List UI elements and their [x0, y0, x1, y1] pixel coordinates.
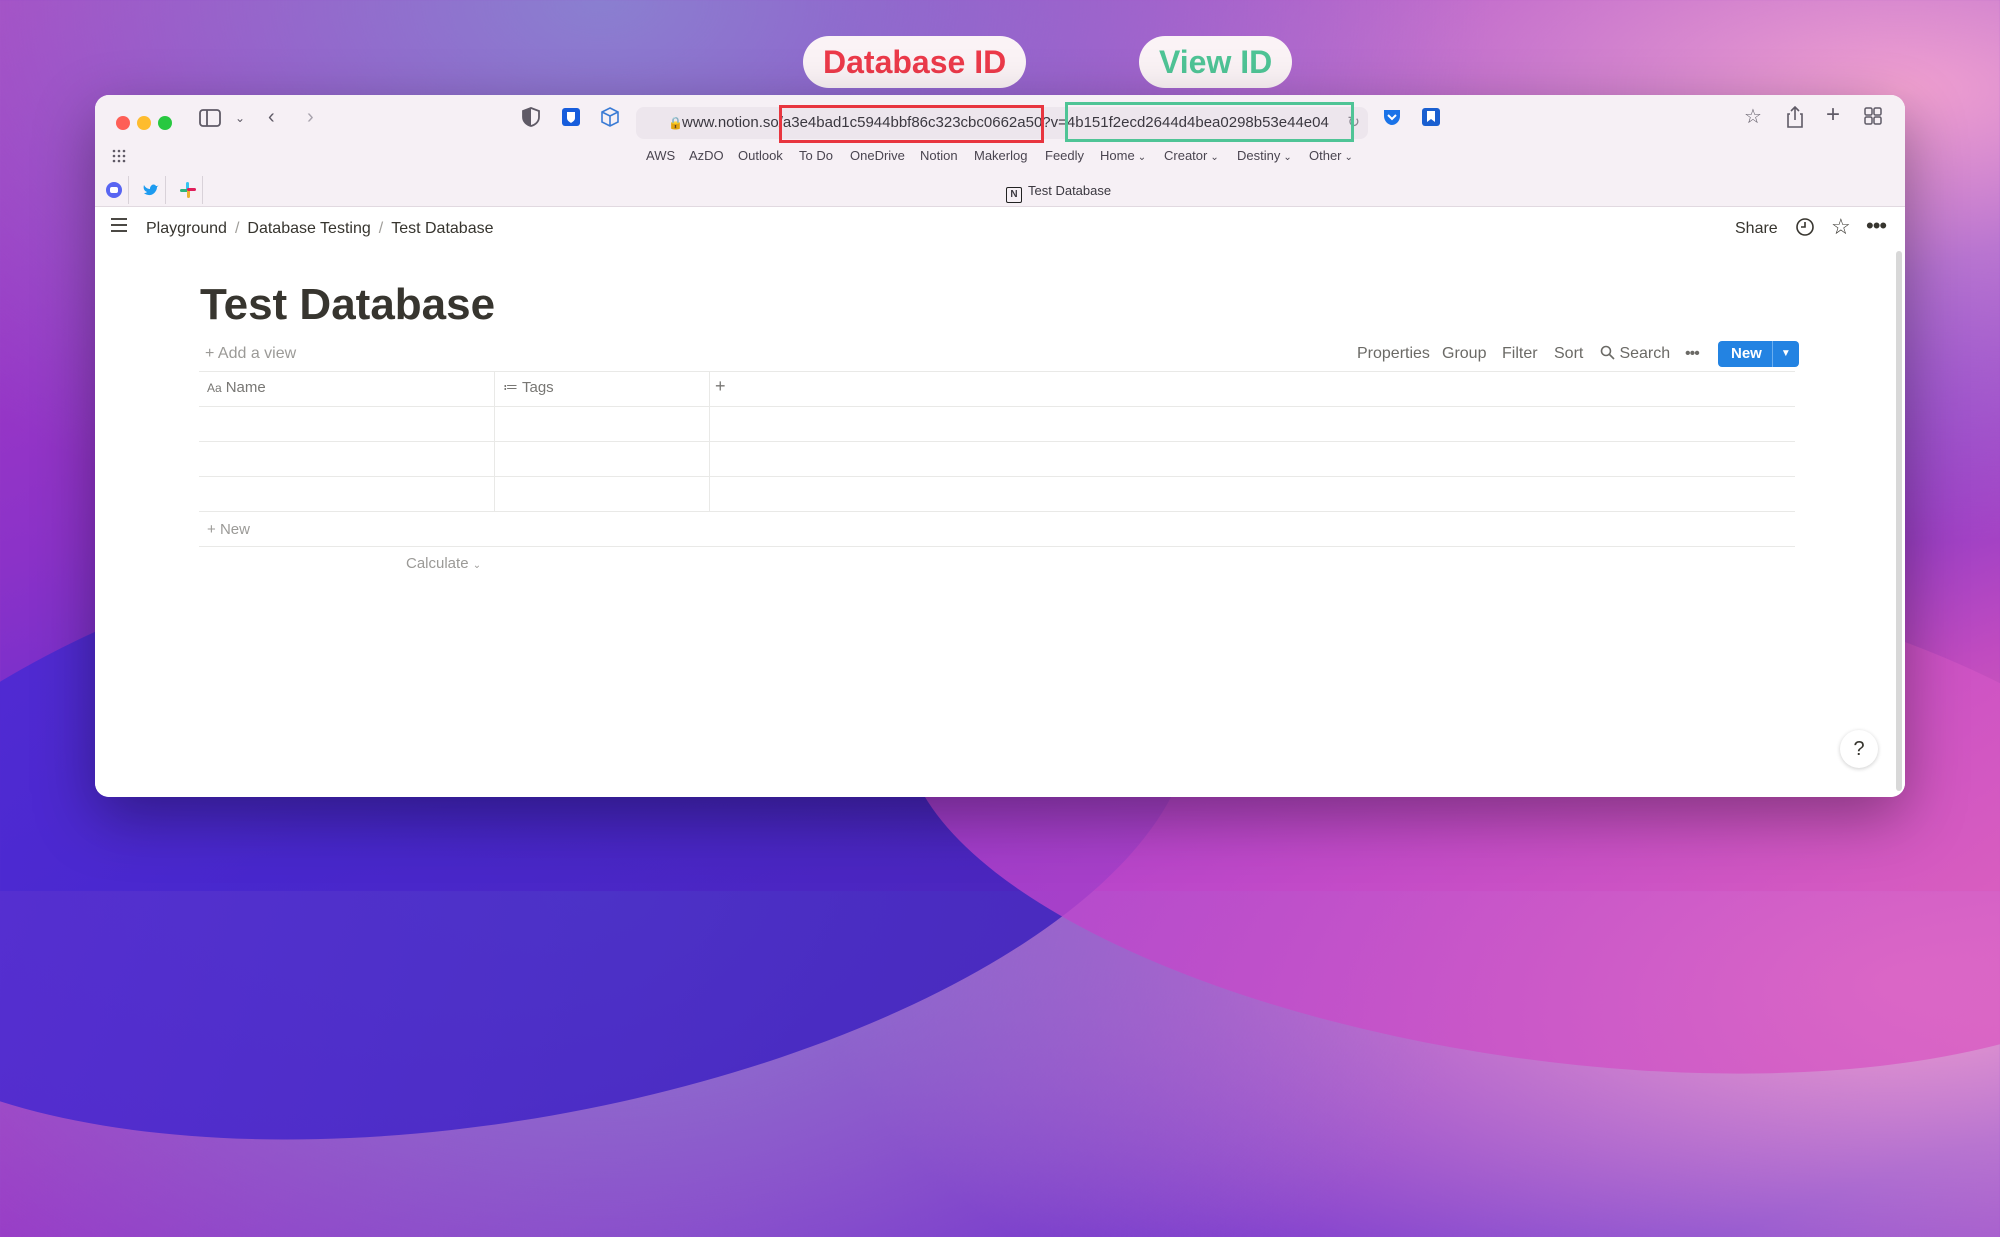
forward-icon[interactable]: ›	[307, 106, 314, 128]
favorite-feedly[interactable]: Feedly	[1045, 146, 1084, 166]
slack-pinned-tab[interactable]	[174, 176, 203, 204]
breadcrumb-separator: /	[234, 220, 240, 237]
add-property-icon[interactable]: +	[715, 376, 726, 396]
bookmark-extension-icon[interactable]	[1421, 107, 1441, 132]
active-tab-title: Test Database	[1028, 183, 1112, 198]
add-view-label: Add a view	[217, 345, 297, 362]
notion-topbar: Playground / Database Testing / Test Databas…	[95, 207, 1905, 251]
breadcrumb-separator: /	[378, 220, 384, 237]
discord-pinned-tab[interactable]	[100, 176, 129, 204]
browser-window: ⌄ ‹ › 🔒 www.notion.so/a3e4bad1c5944bbf86…	[95, 95, 1905, 797]
search-label: Search	[1619, 345, 1671, 362]
favorite-aws[interactable]: AWS	[646, 146, 675, 166]
apps-grid-icon[interactable]	[112, 148, 126, 170]
back-icon[interactable]: ‹	[268, 106, 275, 128]
folder-other[interactable]: Other ⌄	[1309, 146, 1353, 166]
calculate-label: Calculate	[406, 555, 469, 572]
favorite-star-icon[interactable]: ☆	[1831, 216, 1851, 238]
new-tab-icon[interactable]: +	[1826, 103, 1840, 127]
folder-creator-label: Creator	[1164, 148, 1208, 163]
favorite-todo[interactable]: To Do	[799, 146, 833, 166]
plus-icon: +	[207, 521, 216, 538]
view-id-highlight	[1065, 102, 1354, 142]
column-header-tags[interactable]: ≔ Tags	[503, 378, 554, 398]
favorite-notion[interactable]: Notion	[920, 146, 958, 166]
favorite-onedrive[interactable]: OneDrive	[850, 146, 905, 166]
tab-bar: N Test Database	[95, 176, 1905, 206]
sort-button[interactable]: Sort	[1554, 343, 1583, 365]
folder-home[interactable]: Home ⌄	[1100, 146, 1146, 166]
share-icon[interactable]	[1786, 105, 1804, 133]
search-icon	[1600, 345, 1615, 360]
column-label: Tags	[522, 379, 554, 396]
bitwarden-icon[interactable]	[561, 107, 581, 132]
chevron-down-icon: ⌄	[472, 560, 482, 571]
folder-home-label: Home	[1100, 148, 1135, 163]
group-button[interactable]: Group	[1442, 343, 1486, 365]
table-row[interactable]	[199, 407, 1795, 441]
add-row-button[interactable]: + New	[207, 520, 250, 540]
folder-creator[interactable]: Creator ⌄	[1164, 146, 1219, 166]
view-id-callout: View ID	[1139, 36, 1293, 88]
minimize-window-button[interactable]	[137, 116, 151, 130]
breadcrumb: Playground / Database Testing / Test Databas…	[146, 218, 493, 240]
close-window-button[interactable]	[116, 116, 130, 130]
help-button[interactable]: ?	[1840, 730, 1878, 768]
folder-destiny[interactable]: Destiny ⌄	[1237, 146, 1292, 166]
database-id-callout: Database ID	[803, 36, 1027, 88]
chevron-down-icon: ⌄	[1344, 152, 1353, 163]
new-button-label: New	[1731, 345, 1762, 362]
more-view-options-icon[interactable]: •••	[1685, 343, 1700, 365]
chevron-down-icon[interactable]: ⌄	[235, 107, 245, 129]
zoom-window-button[interactable]	[158, 116, 172, 130]
properties-button[interactable]: Properties	[1357, 343, 1430, 365]
chevron-down-icon: ⌄	[1210, 152, 1219, 163]
folder-other-label: Other	[1309, 148, 1342, 163]
pocket-icon[interactable]	[1382, 107, 1402, 132]
favorite-outlook[interactable]: Outlook	[738, 146, 783, 166]
new-button[interactable]: New ▼	[1718, 341, 1799, 367]
more-options-icon[interactable]: •••	[1866, 215, 1887, 237]
column-header-name[interactable]: Aa Name	[207, 378, 266, 398]
scrollbar[interactable]	[1896, 251, 1902, 791]
history-clock-icon[interactable]	[1795, 217, 1815, 242]
favorite-makerlog[interactable]: Makerlog	[974, 146, 1027, 166]
tab-overview-icon[interactable]	[1864, 107, 1882, 130]
sidebar-toggle-icon[interactable]	[199, 109, 221, 132]
active-tab[interactable]: N Test Database	[1006, 181, 1111, 203]
favorite-azdo[interactable]: AzDO	[689, 146, 724, 166]
breadcrumb-item[interactable]: Test Database	[391, 220, 493, 237]
cube-extension-icon[interactable]	[600, 107, 620, 132]
chevron-down-icon: ⌄	[1283, 152, 1292, 163]
twitter-pinned-tab[interactable]	[137, 176, 166, 204]
folder-destiny-label: Destiny	[1237, 148, 1281, 163]
filter-button[interactable]: Filter	[1502, 343, 1538, 365]
notion-logo-icon: N	[1006, 187, 1022, 203]
chevron-down-icon[interactable]: ▼	[1771, 341, 1799, 367]
plus-icon: +	[205, 345, 215, 362]
breadcrumb-item[interactable]: Playground	[146, 220, 227, 237]
shield-icon[interactable]	[522, 107, 540, 132]
table-row[interactable]	[199, 477, 1795, 511]
text-property-icon: Aa	[207, 381, 222, 395]
notion-page: Playground / Database Testing / Test Databas…	[95, 207, 1905, 797]
browser-toolbar: ⌄ ‹ › 🔒 www.notion.so/a3e4bad1c5944bbf86…	[95, 95, 1905, 207]
add-view-button[interactable]: + Add a view	[205, 343, 296, 365]
breadcrumb-item[interactable]: Database Testing	[247, 220, 370, 237]
list-property-icon: ≔	[503, 379, 518, 396]
hamburger-menu-icon[interactable]	[110, 216, 128, 238]
page-title[interactable]: Test Database	[200, 279, 495, 331]
table-row[interactable]	[199, 442, 1795, 476]
add-row-label: New	[219, 521, 250, 538]
search-button[interactable]: Search	[1600, 343, 1670, 365]
share-button[interactable]: Share	[1735, 218, 1778, 240]
star-bookmark-icon[interactable]: ☆	[1744, 106, 1762, 128]
calculate-dropdown[interactable]: Calculate ⌄	[406, 554, 481, 576]
database-id-highlight	[779, 105, 1044, 143]
column-label: Name	[225, 379, 266, 396]
chevron-down-icon: ⌄	[1137, 152, 1147, 163]
lock-icon: 🔒	[668, 116, 683, 130]
